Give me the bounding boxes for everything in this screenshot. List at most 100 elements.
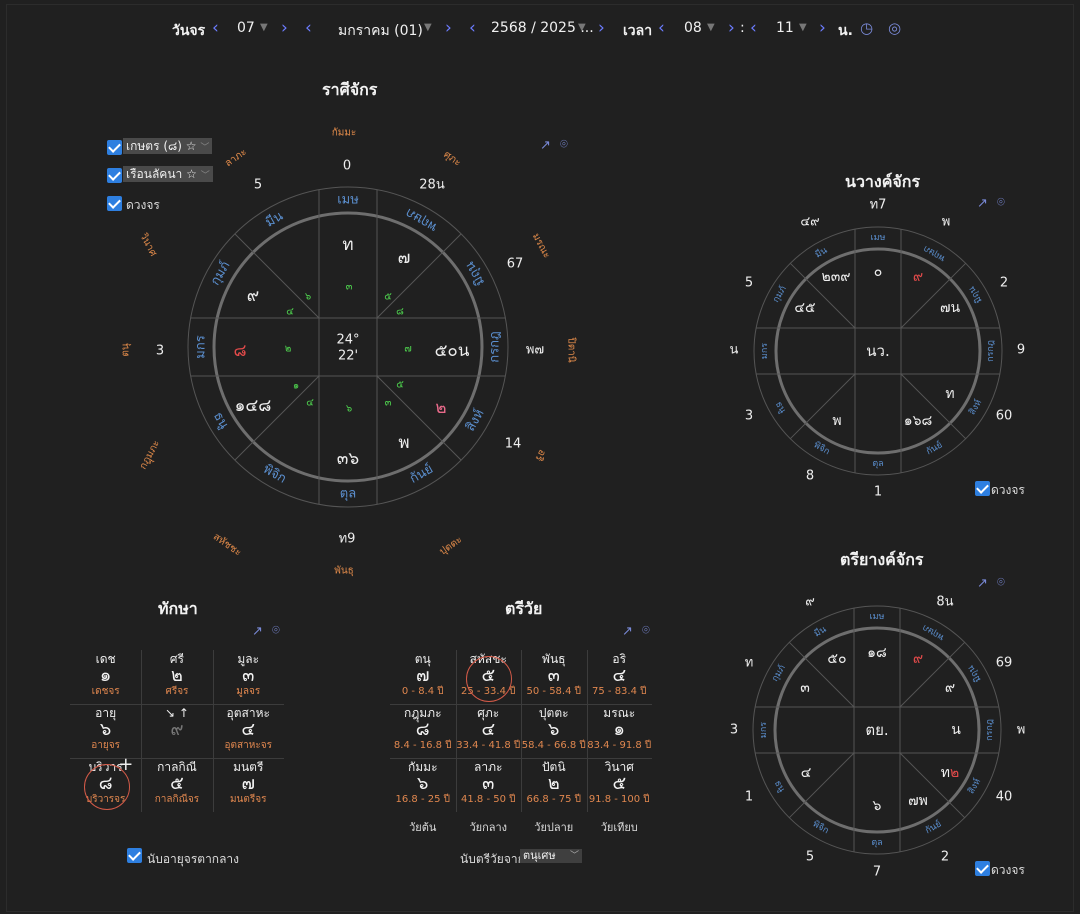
outer-number: น bbox=[730, 343, 739, 358]
external-link-icon[interactable]: ↗ bbox=[977, 196, 988, 211]
outer-number: 40 bbox=[996, 790, 1013, 805]
grid-cell[interactable]: มรณะ๑ 83.4 - 91.8 ปี bbox=[587, 706, 653, 752]
cell-label: มนตรี bbox=[233, 760, 264, 774]
planet-glyph: พ bbox=[832, 413, 841, 429]
triyang-title: ตรียางค์จักร bbox=[840, 550, 924, 569]
grid-cell[interactable]: อริ๔ 75 - 83.4 ปี bbox=[587, 652, 653, 698]
cell-label: ศุภะ bbox=[477, 706, 500, 720]
grid-cell[interactable]: อุตสาหะ๔อุตสาหะจร bbox=[213, 706, 284, 752]
sign-label: ตุล bbox=[871, 838, 882, 848]
taksa-title: ทักษา bbox=[158, 599, 198, 618]
grid-cell[interactable]: พันธุ๓ 50 - 58.4 ปี bbox=[521, 652, 587, 698]
outer-number: 69 bbox=[996, 656, 1013, 671]
external-link-icon[interactable]: ↗ bbox=[977, 576, 988, 591]
grid-cell[interactable]: อายุ๖อายุจร bbox=[70, 706, 141, 752]
outer-number: 2 bbox=[941, 850, 949, 865]
outer-number: พ๗ bbox=[526, 343, 544, 358]
sign-label: ตุล bbox=[340, 487, 356, 502]
diagonal-line bbox=[788, 752, 855, 819]
grid-cell[interactable]: เดช๑เดชจร bbox=[70, 652, 141, 698]
camera-icon[interactable]: ⌾ bbox=[997, 575, 1005, 590]
outer-number: ท9 bbox=[339, 532, 356, 547]
outer-number: 67 bbox=[507, 257, 524, 272]
outer-number: 9 bbox=[1017, 343, 1025, 358]
grid-cell[interactable]: มูละ๓มูลจร bbox=[213, 652, 284, 698]
checkbox-label: ดวงจร bbox=[991, 483, 1025, 497]
planet-glyph: ๕๐น bbox=[435, 341, 470, 361]
outer-number: 1 bbox=[745, 790, 753, 805]
grid-cell[interactable]: กัมมะ๖ 16.8 - 25 ปี bbox=[390, 760, 456, 806]
sign-label: เมษ bbox=[870, 612, 885, 622]
grid-cell[interactable]: สหัสชะ๕ 25 - 33.4 ปี bbox=[456, 652, 522, 702]
grid-cell[interactable]: กฎุมภะ๘ 8.4 - 16.8 ปี bbox=[390, 706, 456, 752]
outer-number: ท7 bbox=[870, 198, 887, 213]
cell-label: กัมมะ bbox=[407, 760, 438, 774]
camera-icon[interactable]: ⌾ bbox=[642, 623, 650, 638]
house-label: มรณะ bbox=[530, 232, 552, 261]
cell-subtitle: มนตรีจร bbox=[229, 794, 267, 805]
grid-cell[interactable]: ↘ ↑ ๙ bbox=[141, 706, 212, 752]
cell-number: ๖ bbox=[417, 773, 429, 794]
camera-icon[interactable]: ⌾ bbox=[997, 195, 1005, 210]
cell-number: ๑ bbox=[613, 719, 625, 740]
checkbox-taksa-count[interactable] bbox=[127, 848, 142, 863]
sign-label: มีน bbox=[812, 624, 828, 640]
triwai-count-select[interactable]: ตนุเศษ ﹀ bbox=[520, 849, 582, 863]
grid-cell[interactable]: บริวาร๘บริวารจร + bbox=[70, 754, 141, 810]
outer-number: 28น bbox=[419, 178, 445, 193]
cell-label: วินาศ bbox=[604, 760, 634, 774]
grid-cell[interactable]: ตนุ๗ 0 - 8.4 ปี bbox=[390, 652, 456, 698]
age-column-label: วัยเทียบ bbox=[600, 821, 638, 834]
grid-cell[interactable]: วินาศ๕ 91.8 - 100 ปี bbox=[587, 760, 653, 806]
house-small-number: ๔ bbox=[286, 307, 294, 318]
outer-number: ๙ bbox=[805, 595, 815, 610]
checkbox-navang-duangjon[interactable] bbox=[975, 481, 990, 496]
cell-number: ๘ bbox=[415, 719, 430, 740]
planet-glyph: ๙ bbox=[247, 286, 259, 306]
grid-cell[interactable]: มนตรี๗มนตรีจร bbox=[213, 760, 284, 806]
outer-number: พ bbox=[1017, 723, 1026, 738]
house-label: กฎุมภะ bbox=[138, 439, 164, 473]
grid-divider bbox=[390, 704, 652, 705]
external-link-icon[interactable]: ↗ bbox=[252, 624, 263, 639]
grid-cell[interactable]: ปุตตะ๖ 58.4 - 66.8 ปี bbox=[521, 706, 587, 752]
navang-title: นวางค์จักร bbox=[845, 172, 921, 191]
cell-label: ปัตนิ bbox=[541, 760, 566, 774]
house-small-number: ๕ bbox=[384, 292, 392, 303]
grid-cell[interactable]: ลาภะ๓ 41.8 - 50 ปี bbox=[456, 760, 522, 806]
cell-subtitle bbox=[141, 740, 212, 752]
grid-cell[interactable]: ปัตนิ๒ 66.8 - 75 ปี bbox=[521, 760, 587, 806]
grid-cell[interactable]: กาลกิณี๕กาลกิณีจร bbox=[141, 760, 212, 806]
house-small-number: ๘ bbox=[396, 307, 404, 318]
outer-number: 3 bbox=[745, 409, 753, 424]
triyang-center: ตย. bbox=[865, 721, 888, 739]
checkbox-triyang-duangjon[interactable] bbox=[975, 861, 990, 876]
age-column-label: วัยปลาย bbox=[534, 821, 574, 834]
cell-subtitle: อุตสาหะจร bbox=[224, 740, 272, 751]
cell-subtitle: 91.8 - 100 ปี bbox=[588, 794, 650, 805]
house-label: ศุภะ bbox=[441, 149, 462, 169]
planet-glyph: ๑๔๘ bbox=[235, 396, 272, 416]
camera-icon[interactable]: ⌾ bbox=[272, 623, 280, 638]
cell-label: อริ bbox=[612, 652, 627, 666]
triwai-footer-label: นับตรีวัยจาก bbox=[460, 852, 525, 866]
cell-label: กฎุมภะ bbox=[403, 706, 442, 720]
outer-number: 5 bbox=[254, 178, 262, 193]
cell-label: กาลกิณี bbox=[157, 760, 197, 774]
house-small-number: ๒ bbox=[285, 344, 292, 355]
grid-cell[interactable]: ศุภะ๔ 33.4 - 41.8 ปี bbox=[456, 706, 522, 752]
planet-glyph: ๒ bbox=[435, 398, 446, 418]
cell-subtitle: 75 - 83.4 ปี bbox=[592, 686, 647, 697]
cell-subtitle: ศรีจร bbox=[165, 686, 189, 697]
planet-glyph: ๔๕ bbox=[794, 300, 815, 316]
grid-cell[interactable]: ศรี๒ศรีจร bbox=[141, 652, 212, 698]
taksa-grid: เดช๑เดชจร ศรี๒ศรีจร มูละ๓มูลจรอายุ๖อายุจร ↘… bbox=[70, 650, 284, 812]
cell-label: เดช bbox=[95, 652, 116, 666]
sign-label: ตุล bbox=[872, 459, 883, 469]
diagonal-line bbox=[376, 233, 462, 319]
external-link-icon[interactable]: ↗ bbox=[622, 624, 633, 639]
house-label: ปิตานิ bbox=[566, 337, 577, 363]
sign-label: มกร bbox=[760, 343, 770, 359]
outer-number: ๔๙ bbox=[800, 215, 819, 230]
checkbox-label: ดวงจร bbox=[991, 863, 1025, 877]
